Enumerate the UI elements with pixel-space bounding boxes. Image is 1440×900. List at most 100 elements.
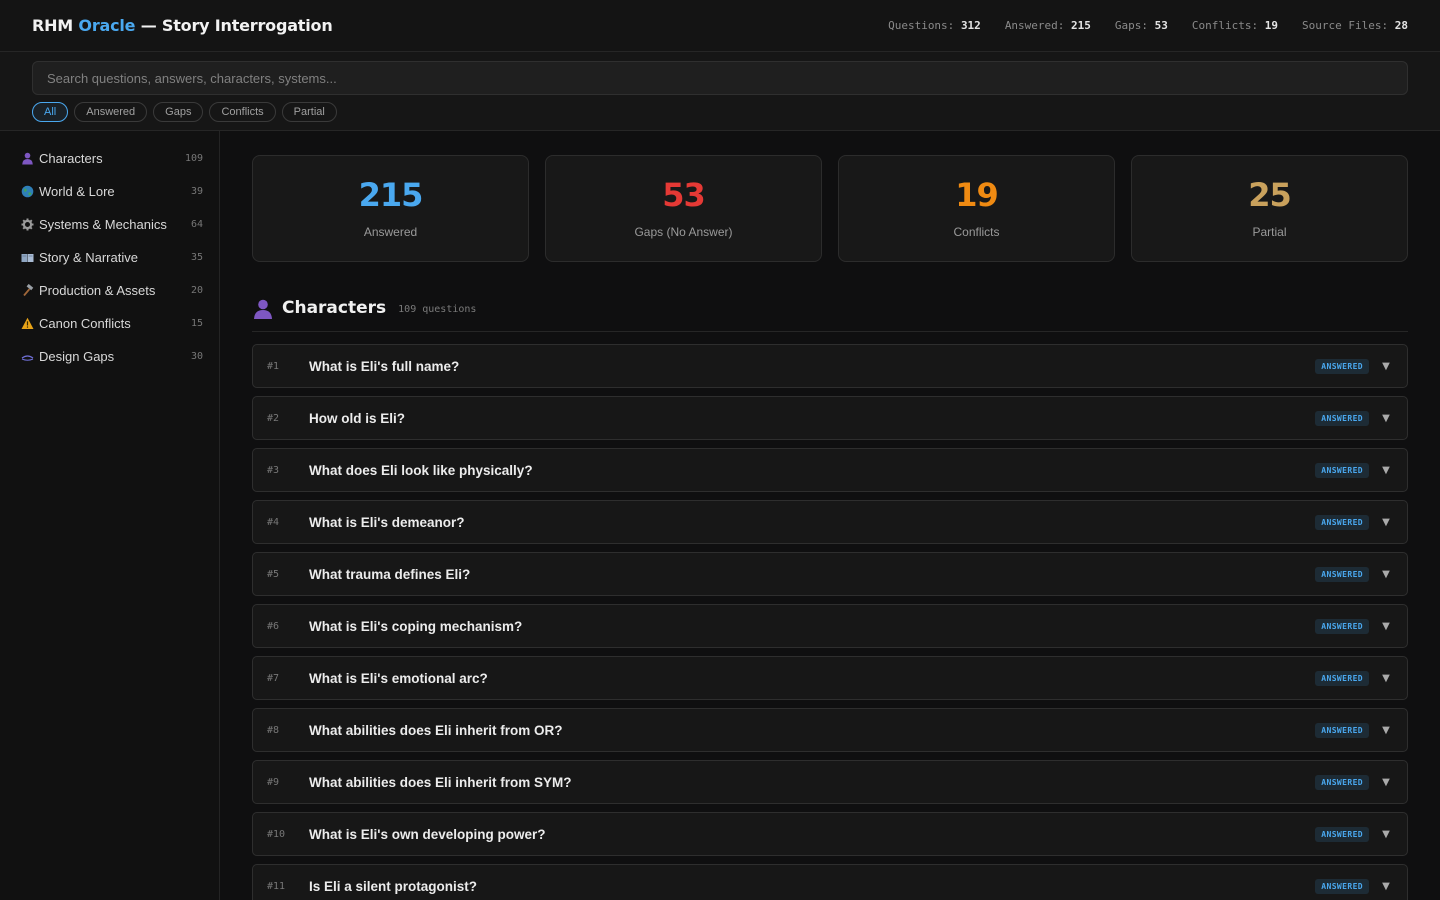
question-number: #5 [267,568,280,580]
stat-source-files: Source Files: 28 [1302,19,1408,32]
sidebar-item-label: Story & Narrative [39,250,138,265]
sidebar: Characters 109 World & Lore 39 Systems &… [0,131,220,900]
status-badge: ANSWERED [1315,566,1369,582]
question-number: #6 [267,620,280,632]
chevron-down-icon[interactable]: ▼ [1379,829,1393,840]
question-text: What is Eli's coping mechanism? [309,618,523,634]
filter-all[interactable]: All [32,102,69,122]
search-input[interactable] [32,61,1408,95]
chevron-down-icon[interactable]: ▼ [1379,413,1393,424]
section-count: 109 questions [398,304,477,315]
question-row[interactable]: #6 What is Eli's coping mechanism? ANSWE… [252,604,1408,648]
chevron-down-icon[interactable]: ▼ [1379,465,1393,476]
stat-answered: Answered: 215 [1004,19,1091,32]
status-badge: ANSWERED [1315,358,1369,374]
sidebar-item-design-gaps[interactable]: Design Gaps 30 [0,340,219,373]
sidebar-item-count: 20 [190,285,203,296]
summary-label: Gaps (No Answer) [634,224,733,239]
question-text: What abilities does Eli inherit from OR? [309,722,563,738]
gear-icon [20,218,34,232]
summary-card-answered: 215 Answered [252,155,529,262]
question-number: #1 [267,360,280,372]
question-number: #10 [267,828,286,840]
question-number: #8 [267,724,280,736]
book-icon [20,251,34,265]
question-text: Is Eli a silent protagonist? [309,878,478,894]
chevron-down-icon[interactable]: ▼ [1379,517,1393,528]
section-title: Characters [282,298,387,318]
brand-accent: Oracle [78,16,136,35]
status-badge: ANSWERED [1315,878,1369,894]
status-badge: ANSWERED [1315,774,1369,790]
question-text: What is Eli's own developing power? [309,826,546,842]
chevron-down-icon[interactable]: ▼ [1379,361,1393,372]
question-text: What is Eli's emotional arc? [309,670,488,686]
question-row[interactable]: #9 What abilities does Eli inherit from … [252,760,1408,804]
sidebar-item-label: Systems & Mechanics [39,217,167,232]
question-row[interactable]: #10 What is Eli's own developing power? … [252,812,1408,856]
filter-conflicts[interactable]: Conflicts [209,102,276,122]
sidebar-item-count: 109 [184,153,203,164]
stats-bar: Questions: 312 Answered: 215 Gaps: 53 Co… [888,19,1408,32]
chevron-down-icon[interactable]: ▼ [1379,881,1393,892]
summary-label: Answered [363,224,418,239]
question-row[interactable]: #7 What is Eli's emotional arc? ANSWERED… [252,656,1408,700]
chevron-down-icon[interactable]: ▼ [1379,673,1393,684]
question-text: What is Eli's full name? [309,358,460,374]
chevron-down-icon[interactable]: ▼ [1379,569,1393,580]
question-number: #11 [267,880,286,892]
sidebar-item-label: Production & Assets [39,283,156,298]
person-icon [252,298,274,320]
status-badge: ANSWERED [1315,722,1369,738]
question-text: What trauma defines Eli? [309,566,471,582]
question-text: How old is Eli? [309,410,406,426]
sidebar-item-label: World & Lore [39,184,115,199]
summary-value: 25 [1248,175,1292,214]
search-area: All Answered Gaps Conflicts Partial [0,52,1440,131]
question-number: #3 [267,464,280,476]
filter-gaps[interactable]: Gaps [153,102,204,122]
summary-label: Partial [1252,224,1287,239]
summary-card-partial: 25 Partial [1131,155,1408,262]
question-row[interactable]: #8 What abilities does Eli inherit from … [252,708,1408,752]
sidebar-item-world-lore[interactable]: World & Lore 39 [0,175,219,208]
filter-answered[interactable]: Answered [74,102,148,122]
question-number: #7 [267,672,280,684]
warning-icon [20,317,34,331]
question-text: What does Eli look like physically? [309,462,533,478]
question-row[interactable]: #1 What is Eli's full name? ANSWERED ▼ [252,344,1408,388]
status-badge: ANSWERED [1315,618,1369,634]
chevron-down-icon[interactable]: ▼ [1379,621,1393,632]
chevron-down-icon[interactable]: ▼ [1379,725,1393,736]
person-icon [20,152,34,166]
summary-value: 19 [955,175,999,214]
question-row[interactable]: #5 What trauma defines Eli? ANSWERED ▼ [252,552,1408,596]
question-number: #2 [267,412,280,424]
sidebar-item-systems-mechanics[interactable]: Systems & Mechanics 64 [0,208,219,241]
sidebar-item-label: Canon Conflicts [39,316,131,331]
filter-partial[interactable]: Partial [281,102,337,122]
question-row[interactable]: #2 How old is Eli? ANSWERED ▼ [252,396,1408,440]
sidebar-item-label: Design Gaps [39,349,115,364]
status-badge: ANSWERED [1315,462,1369,478]
sidebar-item-characters[interactable]: Characters 109 [0,142,219,175]
summary-cards: 215 Answered 53 Gaps (No Answer) 19 Conf… [252,155,1408,262]
sidebar-item-canon-conflicts[interactable]: Canon Conflicts 15 [0,307,219,340]
question-row[interactable]: #4 What is Eli's demeanor? ANSWERED ▼ [252,500,1408,544]
question-text: What is Eli's demeanor? [309,514,465,530]
question-row[interactable]: #11 Is Eli a silent protagonist? ANSWERE… [252,864,1408,900]
question-list: #1 What is Eli's full name? ANSWERED ▼ #… [252,344,1408,900]
chevron-down-icon[interactable]: ▼ [1379,777,1393,788]
summary-label: Conflicts [953,224,1000,239]
sidebar-item-label: Characters [39,151,103,166]
stat-gaps: Gaps: 53 [1114,19,1168,32]
question-row[interactable]: #3 What does Eli look like physically? A… [252,448,1408,492]
link-icon [20,350,34,364]
summary-value: 215 [358,175,424,214]
sidebar-item-story-narrative[interactable]: Story & Narrative 35 [0,241,219,274]
sidebar-item-production-assets[interactable]: Production & Assets 20 [0,274,219,307]
question-number: #4 [267,516,280,528]
summary-value: 53 [662,175,706,214]
sidebar-item-count: 15 [190,318,203,329]
brand-prefix: RHM [32,16,74,35]
